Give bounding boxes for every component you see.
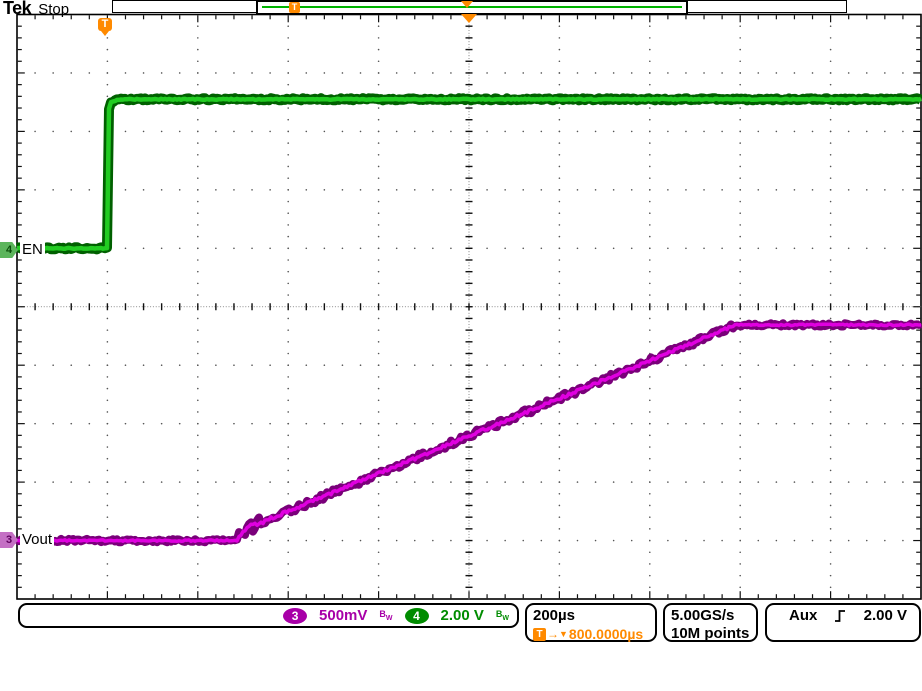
arrow-right-icon: → — [547, 627, 559, 641]
trace-label-en[interactable]: EN — [20, 241, 45, 258]
channel-readout-box[interactable]: 3 500mV BW 4 2.00 V BW — [18, 603, 519, 628]
trigger-readout-box[interactable]: Aux 2.00 V — [765, 603, 921, 642]
record-length-readout[interactable]: 10M points — [671, 625, 756, 643]
trigger-delay-readout[interactable]: T → ▼ 800.0000µs — [533, 626, 655, 642]
trigger-position-marker[interactable]: T — [98, 18, 112, 31]
trigger-source-readout[interactable]: Aux — [789, 607, 817, 625]
graticule-and-traces — [0, 0, 922, 691]
channel3-badge[interactable]: 3 — [283, 608, 307, 624]
timebase-readout[interactable]: 200µs — [533, 607, 655, 625]
rising-edge-slope-icon — [834, 609, 847, 623]
channel3-bandwidth-icon: BW — [379, 609, 392, 622]
oscilloscope-screen: Tek Stop T T 4 EN 3 Vout 3 500mV BW 4 2.… — [0, 0, 922, 691]
horizontal-readout-box[interactable]: 200µs T → ▼ 800.0000µs — [525, 603, 657, 642]
channel3-scale[interactable]: 500mV — [319, 607, 367, 625]
trigger-delay-value: 800.0000µs — [569, 626, 643, 642]
trigger-delay-t-icon: T — [533, 628, 546, 641]
expansion-point-marker-icon[interactable] — [461, 14, 477, 23]
trace-label-vout[interactable]: Vout — [20, 531, 54, 548]
channel4-badge[interactable]: 4 — [405, 608, 429, 624]
channel4-scale[interactable]: 2.00 V — [441, 607, 484, 625]
acquisition-readout-box[interactable]: 5.00GS/s 10M points — [663, 603, 758, 642]
channel4-bandwidth-icon: BW — [496, 609, 509, 622]
triangle-down-icon: ▼ — [559, 629, 568, 639]
sample-rate-readout[interactable]: 5.00GS/s — [671, 607, 756, 625]
trigger-level-readout[interactable]: 2.00 V — [864, 607, 907, 625]
